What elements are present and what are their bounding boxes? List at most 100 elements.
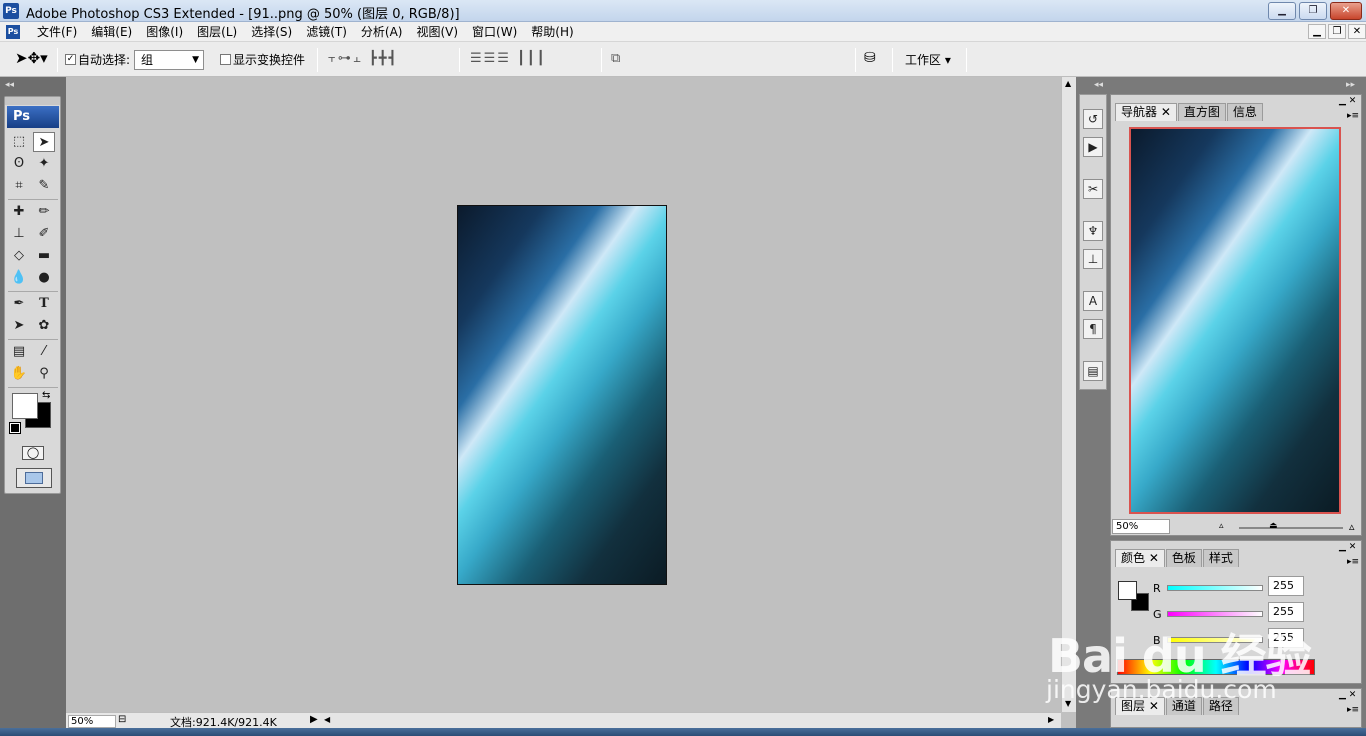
menu-select[interactable]: 选择(S) xyxy=(244,24,299,40)
tab-histogram[interactable]: 直方图 xyxy=(1177,103,1226,121)
tab-swatches[interactable]: 色板 xyxy=(1165,549,1202,567)
history-panel-icon[interactable]: ↺ xyxy=(1083,109,1103,129)
tab-color[interactable]: 颜色 ✕ xyxy=(1115,549,1165,567)
marquee-tool-icon[interactable]: ⬚ xyxy=(8,132,30,152)
workspace-menu[interactable]: 工作区 ▾ xyxy=(905,51,951,68)
r-channel-value[interactable]: 255 xyxy=(1268,576,1304,596)
navigator-preview[interactable] xyxy=(1129,127,1341,514)
show-transform-checkbox[interactable] xyxy=(220,54,231,65)
align-buttons-group[interactable]: ⫟⊶⫠ ┣╋┫ xyxy=(328,51,398,66)
g-channel-value[interactable]: 255 xyxy=(1268,602,1304,622)
vertical-scrollbar[interactable]: ▲ ▼ xyxy=(1061,77,1076,712)
auto-select-dropdown[interactable]: 组 ▼ xyxy=(134,50,204,70)
eyedropper-tool-icon[interactable]: ⁄ xyxy=(33,342,55,362)
document-icon[interactable]: Ps xyxy=(6,25,20,39)
r-channel-slider[interactable] xyxy=(1167,585,1263,591)
photoshop-logo[interactable]: Ps xyxy=(7,106,59,128)
doc-minimize-button[interactable]: ▁ xyxy=(1308,24,1326,39)
scroll-up-icon[interactable]: ▲ xyxy=(1065,79,1071,88)
panel-menu-icon[interactable]: ▸≡ xyxy=(1347,111,1359,121)
doc-close-button[interactable]: ✕ xyxy=(1348,24,1366,39)
menu-help[interactable]: 帮助(H) xyxy=(524,24,580,40)
menu-layer[interactable]: 图层(L) xyxy=(190,24,244,40)
actions-panel-icon[interactable]: ▶ xyxy=(1083,137,1103,157)
screen-mode-button[interactable] xyxy=(16,468,52,488)
horizontal-scrollbar[interactable]: ◀ ▶ xyxy=(320,712,1061,728)
clone-stamp-tool-icon[interactable]: ⊥ xyxy=(8,224,30,244)
zoom-out-icon[interactable]: ▵ xyxy=(1219,521,1224,531)
collapse-dock-icon[interactable]: ▸▸ xyxy=(1346,80,1355,90)
swap-colors-icon[interactable]: ⇆ xyxy=(42,390,50,401)
zoom-tool-icon[interactable]: ⚲ xyxy=(33,364,55,384)
path-selection-tool-icon[interactable]: ➤ xyxy=(8,316,30,336)
menu-image[interactable]: 图像(I) xyxy=(139,24,190,40)
zoom-in-icon[interactable]: ▵ xyxy=(1349,520,1355,533)
hand-tool-icon[interactable]: ✋ xyxy=(8,364,30,384)
toolbox-header[interactable] xyxy=(5,97,60,105)
brushes-panel-icon[interactable]: ♆ xyxy=(1083,221,1103,241)
foreground-color-swatch[interactable] xyxy=(12,393,38,419)
paragraph-panel-icon[interactable]: ¶ xyxy=(1083,319,1103,339)
lasso-tool-icon[interactable]: ʘ xyxy=(8,154,30,174)
scroll-right-icon[interactable]: ▶ xyxy=(1048,715,1054,724)
tab-info[interactable]: 信息 xyxy=(1226,103,1263,121)
gradient-tool-icon[interactable]: ▬ xyxy=(33,246,55,266)
menu-filter[interactable]: 滤镜(T) xyxy=(299,24,354,40)
document-image[interactable] xyxy=(457,205,667,585)
navigator-zoom-field[interactable]: 50% xyxy=(1112,519,1170,534)
menu-analysis[interactable]: 分析(A) xyxy=(354,24,410,40)
panel-menu-icon[interactable]: ▸≡ xyxy=(1347,557,1359,567)
fg-color-chip[interactable] xyxy=(1118,581,1137,600)
history-brush-tool-icon[interactable]: ✐ xyxy=(33,224,55,244)
crop-tool-icon[interactable]: ⌗ xyxy=(8,176,30,196)
g-channel-slider[interactable] xyxy=(1167,611,1263,617)
zoom-field[interactable]: 50% xyxy=(68,715,116,728)
status-menu-icon[interactable]: ⊟ xyxy=(118,714,126,725)
default-colors-icon[interactable] xyxy=(9,422,21,434)
type-tool-icon[interactable]: T xyxy=(33,294,55,314)
close-icon[interactable]: ✕ xyxy=(1149,551,1159,565)
zoom-slider-thumb[interactable]: ⏏ xyxy=(1269,521,1278,531)
tab-styles[interactable]: 样式 xyxy=(1202,549,1239,567)
quick-mask-icon[interactable]: ◯ xyxy=(22,446,44,460)
minimize-button[interactable]: ▁ xyxy=(1268,2,1296,20)
notes-tool-icon[interactable]: ▤ xyxy=(8,342,30,362)
doc-restore-button[interactable]: ❐ xyxy=(1328,24,1346,39)
bridge-icon[interactable]: ⛁ xyxy=(864,50,876,66)
custom-shape-tool-icon[interactable]: ✿ xyxy=(33,316,55,336)
panel-menu-icon[interactable]: ▸≡ xyxy=(1347,705,1359,715)
healing-brush-tool-icon[interactable]: ✚ xyxy=(8,202,30,222)
tool-presets-icon[interactable]: ✂ xyxy=(1083,179,1103,199)
menu-window[interactable]: 窗口(W) xyxy=(465,24,524,40)
panel-minimize-icon[interactable]: ▁ ✕ xyxy=(1339,96,1356,106)
tab-navigator[interactable]: 导航器 ✕ xyxy=(1115,103,1177,121)
layer-comps-icon[interactable]: ▤ xyxy=(1083,361,1103,381)
scroll-left-icon[interactable]: ◀ xyxy=(324,715,330,724)
expand-dock-icon[interactable]: ◂◂ xyxy=(1094,80,1103,90)
move-tool-icon[interactable]: ➤ xyxy=(33,132,55,152)
close-button[interactable]: ✕ xyxy=(1330,2,1362,20)
distribute-buttons-group[interactable]: ☰☰☰ ┃┃┃ xyxy=(470,51,547,66)
brush-tool-icon[interactable]: ✏ xyxy=(33,202,55,222)
restore-button[interactable]: ❐ xyxy=(1299,2,1327,20)
menu-file[interactable]: 文件(F) xyxy=(30,24,84,40)
collapse-icon[interactable]: ◂◂ xyxy=(5,80,14,90)
move-tool-preset-icon[interactable]: ➤✥▾ xyxy=(15,49,48,67)
auto-select-checkbox[interactable]: ✓ xyxy=(65,54,76,65)
menu-edit[interactable]: 编辑(E) xyxy=(84,24,139,40)
close-icon[interactable]: ✕ xyxy=(1161,105,1171,119)
character-panel-icon[interactable]: A xyxy=(1083,291,1103,311)
dodge-tool-icon[interactable]: ● xyxy=(33,268,55,288)
eraser-tool-icon[interactable]: ◇ xyxy=(8,246,30,266)
clone-source-icon[interactable]: ⊥ xyxy=(1083,249,1103,269)
status-expand-icon[interactable]: ▶ xyxy=(310,714,318,725)
slice-tool-icon[interactable]: ✎ xyxy=(33,176,55,196)
menu-view[interactable]: 视图(V) xyxy=(409,24,465,40)
blur-tool-icon[interactable]: 💧 xyxy=(8,268,30,288)
auto-align-layers-icon[interactable]: ⧉ xyxy=(611,51,622,66)
zoom-slider-track[interactable] xyxy=(1239,527,1343,529)
panel-minimize-icon[interactable]: ▁ ✕ xyxy=(1339,542,1356,552)
magic-wand-tool-icon[interactable]: ✦ xyxy=(33,154,55,174)
pen-tool-icon[interactable]: ✒ xyxy=(8,294,30,314)
panel-minimize-icon[interactable]: ▁ ✕ xyxy=(1339,690,1356,700)
